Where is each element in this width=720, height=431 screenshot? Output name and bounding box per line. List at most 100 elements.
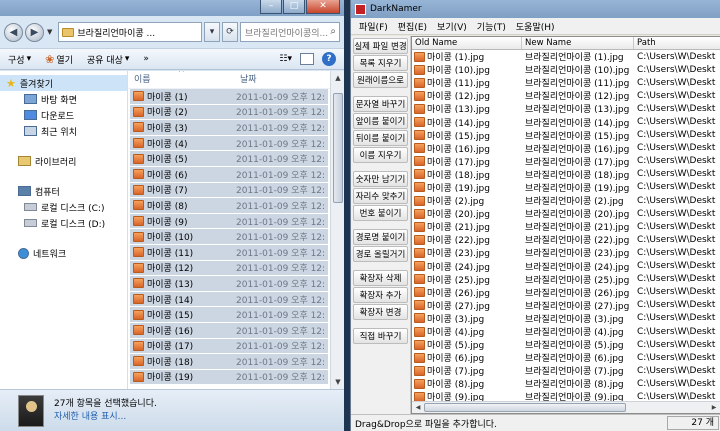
menu-edit[interactable]: 편집(E) bbox=[398, 20, 427, 33]
column-old-name[interactable]: Old Name bbox=[412, 37, 522, 49]
view-options-icon[interactable]: ☷▾ bbox=[279, 54, 292, 64]
rename-row[interactable]: 마이콩 (7).jpg 브라질리언마이콩 (7).jpg C:\Users\W\De… bbox=[412, 364, 720, 377]
move-up-path-button[interactable]: 경로 올릴거기 bbox=[353, 246, 408, 262]
rename-row[interactable]: 마이콩 (18).jpg 브라질리언마이콩 (18).jpg C:\Users\W\… bbox=[412, 168, 720, 181]
rename-row[interactable]: 마이콩 (3).jpg 브라질리언마이콩 (3).jpg C:\Users\W\De… bbox=[412, 312, 720, 325]
organize-button[interactable]: 구성 ▾ bbox=[8, 53, 31, 66]
rename-row[interactable]: 마이콩 (5).jpg 브라질리언마이콩 (5).jpg C:\Users\W\De… bbox=[412, 338, 720, 351]
minimize-button[interactable]: – bbox=[260, 0, 282, 14]
menu-view[interactable]: 보기(V) bbox=[437, 20, 467, 33]
restore-name-button[interactable]: 원래이름으로 bbox=[353, 72, 408, 88]
nav-libraries[interactable]: 라이브러리 bbox=[0, 153, 127, 169]
horizontal-scrollbar[interactable]: ◀ ▶ bbox=[412, 401, 720, 413]
file-row[interactable]: 마이콩 (4) 2011-01-09 오후 12: bbox=[130, 135, 328, 152]
file-row[interactable]: 마이콩 (19) 2011-01-09 오후 12: bbox=[130, 369, 328, 386]
forward-icon[interactable]: ▶ bbox=[25, 22, 44, 42]
file-row[interactable]: 마이콩 (7) 2011-01-09 오후 12: bbox=[130, 182, 328, 199]
address-dropdown-icon[interactable]: ▾ bbox=[204, 22, 220, 42]
rename-row[interactable]: 마이콩 (6).jpg 브라질리언마이콩 (6).jpg C:\Users\W\De… bbox=[412, 351, 720, 364]
explorer-titlebar[interactable]: – □ ✕ bbox=[0, 0, 344, 16]
add-extension-button[interactable]: 확장자 추가 bbox=[353, 287, 408, 303]
rename-row[interactable]: 마이콩 (4).jpg 브라질리언마이콩 (4).jpg C:\Users\W\De… bbox=[412, 325, 720, 338]
scroll-thumb[interactable] bbox=[333, 93, 343, 203]
help-icon[interactable]: ? bbox=[322, 52, 336, 66]
rename-row[interactable]: 마이콩 (8).jpg 브라질리언마이콩 (8).jpg C:\Users\W\De… bbox=[412, 377, 720, 390]
maximize-button[interactable]: □ bbox=[283, 0, 305, 14]
file-row[interactable]: 마이콩 (8) 2011-01-09 오후 12: bbox=[130, 198, 328, 214]
file-row[interactable]: 마이콩 (1) 2011-01-09 오후 12: bbox=[130, 89, 328, 105]
file-row[interactable]: 마이콩 (2) 2011-01-09 오후 12: bbox=[130, 104, 328, 121]
manual-rename-button[interactable]: 직접 바꾸기 bbox=[353, 328, 408, 344]
rename-row[interactable]: 마이콩 (13).jpg 브라질리언마이콩 (13).jpg C:\Users\W\… bbox=[412, 102, 720, 115]
file-row[interactable]: 마이콩 (16) 2011-01-09 오후 12: bbox=[130, 322, 328, 339]
rename-row[interactable]: 마이콩 (22).jpg 브라질리언마이콩 (22).jpg C:\Users\W\… bbox=[412, 233, 720, 246]
apply-rename-button[interactable]: 실제 파일 변경 bbox=[353, 38, 408, 54]
nav-desktop[interactable]: 바탕 화면 bbox=[0, 91, 127, 107]
rename-row[interactable]: 마이콩 (21).jpg 브라질리언마이콩 (21).jpg C:\Users\W\… bbox=[412, 220, 720, 233]
column-new-name[interactable]: New Name bbox=[522, 37, 634, 49]
replace-string-button[interactable]: 문자열 바꾸기 bbox=[353, 96, 408, 112]
add-prefix-button[interactable]: 앞이름 붙이기 bbox=[353, 113, 408, 129]
rename-row[interactable]: 마이콩 (26).jpg 브라질리언마이콩 (26).jpg C:\Users\W\… bbox=[412, 286, 720, 299]
more-button[interactable]: » bbox=[143, 54, 149, 64]
menu-help[interactable]: 도움말(H) bbox=[516, 20, 555, 33]
column-path[interactable]: Path bbox=[634, 37, 720, 49]
scroll-down-icon[interactable]: ▼ bbox=[331, 375, 344, 389]
menu-file[interactable]: 파일(F) bbox=[359, 20, 388, 33]
open-button[interactable]: ❀ 열기 bbox=[45, 53, 73, 66]
delete-extension-button[interactable]: 확장자 삭제 bbox=[353, 270, 408, 286]
file-row[interactable]: 마이콩 (6) 2011-01-09 오후 12: bbox=[130, 166, 328, 183]
add-suffix-button[interactable]: 뒤이름 붙이기 bbox=[353, 130, 408, 146]
rename-row[interactable]: 마이콩 (20).jpg 브라질리언마이콩 (20).jpg C:\Users\W\… bbox=[412, 207, 720, 220]
file-row[interactable]: 마이콩 (17) 2011-01-09 오후 12: bbox=[130, 338, 328, 355]
add-path-name-button[interactable]: 경로명 붙이기 bbox=[353, 229, 408, 245]
vertical-scrollbar[interactable]: ▲ ▼ bbox=[330, 71, 344, 389]
nav-drive-c[interactable]: 로컬 디스크 (C:) bbox=[0, 199, 127, 215]
file-row[interactable]: 마이콩 (13) 2011-01-09 오후 12: bbox=[130, 276, 328, 292]
preview-pane-icon[interactable] bbox=[300, 53, 314, 65]
rename-row[interactable]: 마이콩 (17).jpg 브라질리언마이콩 (17).jpg C:\Users\W\… bbox=[412, 155, 720, 168]
rename-row[interactable]: 마이콩 (23).jpg 브라질리언마이콩 (23).jpg C:\Users\W\… bbox=[412, 246, 720, 259]
history-dropdown-icon[interactable]: ▼ bbox=[47, 28, 52, 36]
rename-row[interactable]: 마이콩 (1).jpg 브라질리언마이콩 (1).jpg C:\Users\W\De… bbox=[412, 50, 720, 63]
nav-downloads[interactable]: 다운로드 bbox=[0, 107, 127, 123]
menu-tools[interactable]: 기능(T) bbox=[477, 20, 506, 33]
file-row[interactable]: 마이콩 (15) 2011-01-09 오후 12: bbox=[130, 307, 328, 323]
file-row[interactable]: 마이콩 (12) 2011-01-09 오후 12: bbox=[130, 260, 328, 277]
rename-row[interactable]: 마이콩 (24).jpg 브라질리언마이콩 (24).jpg C:\Users\W\… bbox=[412, 260, 720, 273]
rename-row[interactable]: 마이콩 (11).jpg 브라질리언마이콩 (11).jpg C:\Users\W\… bbox=[412, 76, 720, 89]
nav-recent[interactable]: 최근 위치 bbox=[0, 123, 127, 139]
rename-row[interactable]: 마이콩 (2).jpg 브라질리언마이콩 (2).jpg C:\Users\W\De… bbox=[412, 194, 720, 207]
refresh-icon[interactable]: ⟳ bbox=[222, 22, 238, 42]
nav-computer[interactable]: 컴퓨터 bbox=[0, 183, 127, 199]
rename-row[interactable]: 마이콩 (16).jpg 브라질리언마이콩 (16).jpg C:\Users\W\… bbox=[412, 142, 720, 155]
file-row[interactable]: 마이콩 (3) 2011-01-09 오후 12: bbox=[130, 120, 328, 136]
address-bar[interactable]: 브라질리언마이콩 ... bbox=[58, 22, 202, 42]
nav-network[interactable]: 네트워크 bbox=[0, 245, 127, 261]
file-row[interactable]: 마이콩 (14) 2011-01-09 오후 12: bbox=[130, 291, 328, 308]
file-row[interactable]: 마이콩 (5) 2011-01-09 오후 12: bbox=[130, 151, 328, 167]
file-row[interactable]: 마이콩 (9) 2011-01-09 오후 12: bbox=[130, 213, 328, 230]
scroll-right-icon[interactable]: ▶ bbox=[708, 402, 720, 413]
add-number-button[interactable]: 번호 붙이기 bbox=[353, 205, 408, 221]
nav-drive-d[interactable]: 로컬 디스크 (D:) bbox=[0, 215, 127, 231]
nav-favorites[interactable]: ★ 즐겨찾기 bbox=[0, 75, 127, 91]
rename-row[interactable]: 마이콩 (14).jpg 브라질리언마이콩 (14).jpg C:\Users\W\… bbox=[412, 115, 720, 129]
rename-row[interactable]: 마이콩 (27).jpg 브라질리언마이콩 (27).jpg C:\Users\W\… bbox=[412, 299, 720, 312]
rename-row[interactable]: 마이콩 (10).jpg 브라질리언마이콩 (10).jpg C:\Users\W\… bbox=[412, 63, 720, 76]
rename-row[interactable]: 마이콩 (15).jpg 브라질리언마이콩 (15).jpg C:\Users\W\… bbox=[412, 129, 720, 142]
file-row[interactable]: 마이콩 (11) 2011-01-09 오후 12: bbox=[130, 244, 328, 261]
column-date[interactable]: 날짜 bbox=[236, 71, 257, 88]
scroll-up-icon[interactable]: ▲ bbox=[331, 71, 344, 85]
scroll-thumb[interactable] bbox=[424, 403, 626, 412]
rename-row[interactable]: 마이콩 (19).jpg 브라질리언마이콩 (19).jpg C:\Users\W\… bbox=[412, 181, 720, 194]
rename-row[interactable]: 마이콩 (12).jpg 브라질리언마이콩 (12).jpg C:\Users\W\… bbox=[412, 89, 720, 102]
delete-name-button[interactable]: 이름 지우기 bbox=[353, 147, 408, 163]
close-button[interactable]: ✕ bbox=[306, 0, 340, 14]
rename-row[interactable]: 마이콩 (25).jpg 브라질리언마이콩 (25).jpg C:\Users\W\… bbox=[412, 273, 720, 286]
search-input[interactable]: 브라질리언마이콩의... ⌕ bbox=[240, 22, 340, 42]
scroll-left-icon[interactable]: ◀ bbox=[412, 402, 424, 413]
file-row[interactable]: 마이콩 (18) 2011-01-09 오후 12: bbox=[130, 354, 328, 370]
change-extension-button[interactable]: 확장자 변경 bbox=[353, 304, 408, 320]
keep-digits-button[interactable]: 숫자만 남기기 bbox=[353, 171, 408, 187]
